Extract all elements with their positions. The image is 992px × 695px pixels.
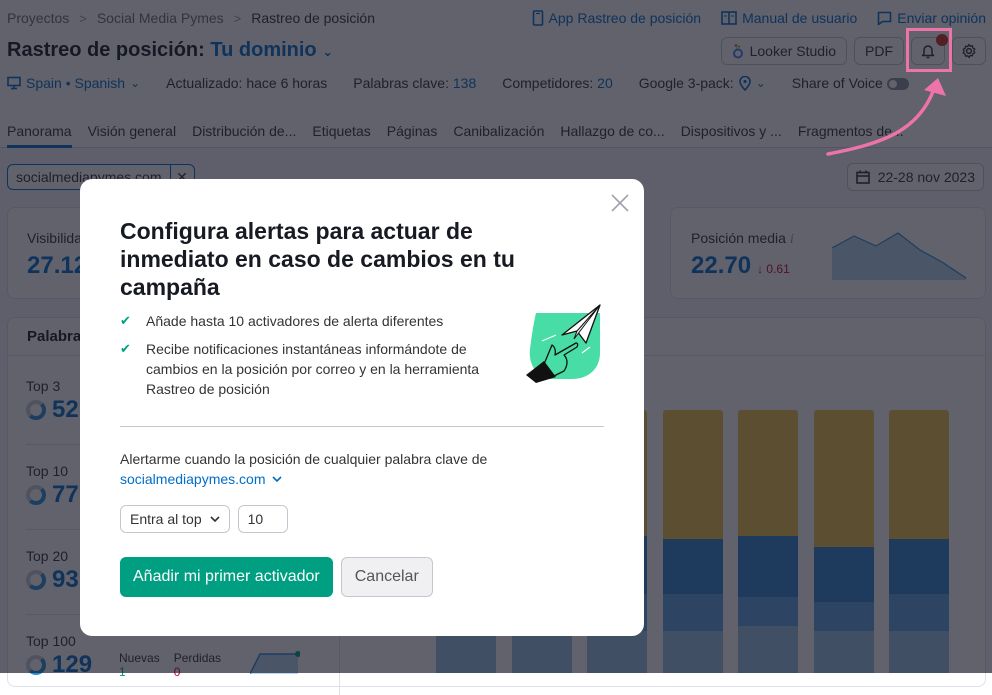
chevron-down-icon	[210, 516, 220, 522]
bell-highlight-annotation	[906, 28, 952, 72]
alert-condition-prompt: Alertarme cuando la posición de cualquie…	[120, 449, 487, 489]
pointer-arrow-annotation	[826, 78, 946, 156]
cancel-button[interactable]: Cancelar	[340, 557, 433, 597]
alerts-modal: Configura alertas para actuar de inmedia…	[80, 179, 644, 636]
add-first-trigger-button[interactable]: Añadir mi primer activador	[120, 557, 333, 597]
threshold-input[interactable]	[237, 505, 288, 533]
check-icon: ✔	[120, 313, 131, 328]
alert-prompt-text: Alertarme cuando la posición de cualquie…	[120, 451, 488, 467]
close-icon[interactable]	[610, 193, 630, 213]
modal-divider	[120, 426, 604, 427]
benefit-item: ✔ Añade hasta 10 activadores de alerta di…	[120, 311, 480, 331]
benefit-item: ✔ Recibe notificaciones instantáneas info…	[120, 339, 480, 399]
benefit-text: Añade hasta 10 activadores de alerta dif…	[146, 313, 444, 329]
modal-actions: Añadir mi primer activador Cancelar	[120, 557, 433, 597]
condition-select-value: Entra al top	[130, 511, 202, 527]
modal-benefits-list: ✔ Añade hasta 10 activadores de alerta di…	[120, 311, 480, 407]
alert-domain-selector[interactable]: socialmediapymes.com	[120, 469, 487, 489]
alert-trigger-row: Entra al top	[120, 505, 288, 533]
modal-title: Configura alertas para actuar de inmedia…	[120, 218, 515, 300]
paper-plane-illustration	[526, 304, 601, 383]
condition-select[interactable]: Entra al top	[120, 505, 230, 533]
benefit-text: Recibe notificaciones instantáneas infor…	[146, 341, 480, 397]
chevron-down-icon	[271, 476, 282, 482]
check-icon: ✔	[120, 341, 131, 356]
alert-domain-label: socialmediapymes.com	[120, 471, 266, 487]
